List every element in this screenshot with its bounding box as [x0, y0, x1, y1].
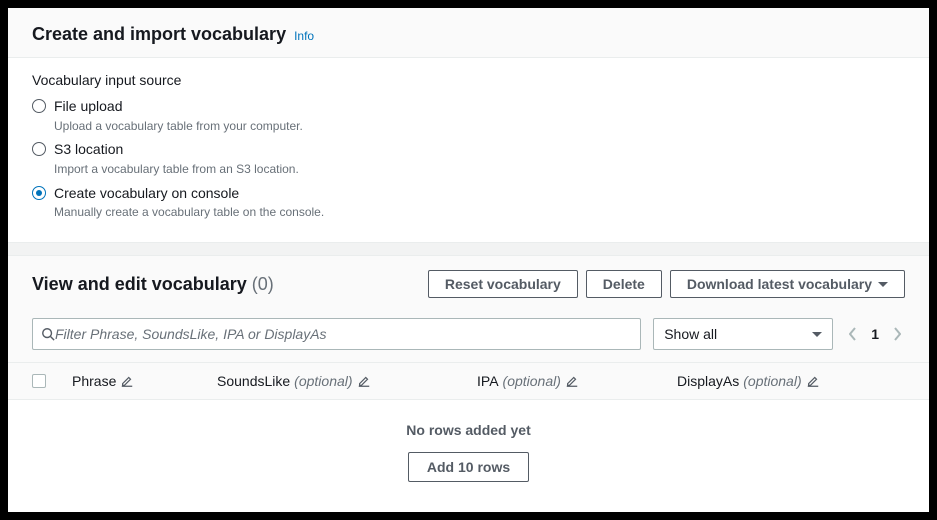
button-label: Reset vocabulary — [445, 276, 561, 292]
radio-desc: Import a vocabulary table from an S3 loc… — [54, 161, 905, 178]
column-label: DisplayAs — [677, 373, 739, 389]
caret-down-icon — [812, 332, 822, 337]
filter-input[interactable] — [55, 326, 632, 342]
edit-icon — [565, 374, 579, 388]
radio-title: File upload — [54, 97, 905, 117]
empty-state-text: No rows added yet — [8, 422, 929, 438]
page-title: Create and import vocabulary — [32, 24, 286, 45]
button-label: Add 10 rows — [427, 459, 510, 475]
page-next-button[interactable] — [893, 327, 901, 341]
info-link[interactable]: Info — [294, 29, 314, 43]
column-label: SoundsLike — [217, 373, 290, 389]
column-header-phrase[interactable]: Phrase — [72, 373, 217, 389]
input-source-label: Vocabulary input source — [32, 72, 905, 88]
delete-button[interactable]: Delete — [586, 270, 662, 298]
radio-title: S3 location — [54, 140, 905, 160]
search-icon — [41, 327, 55, 341]
radio-option-s3-location[interactable]: S3 location Import a vocabulary table fr… — [32, 137, 905, 180]
edit-icon — [357, 374, 371, 388]
optional-label: (optional) — [503, 373, 561, 389]
reset-vocabulary-button[interactable]: Reset vocabulary — [428, 270, 578, 298]
radio-option-file-upload[interactable]: File upload Upload a vocabulary table fr… — [32, 94, 905, 137]
radio-desc: Manually create a vocabulary table on th… — [54, 204, 905, 221]
radio-icon — [32, 186, 46, 200]
table-title-text: View and edit vocabulary — [32, 274, 247, 294]
table-count: (0) — [252, 274, 274, 294]
radio-icon — [32, 142, 46, 156]
optional-label: (optional) — [294, 373, 352, 389]
optional-label: (optional) — [743, 373, 801, 389]
table-title: View and edit vocabulary (0) — [32, 274, 274, 295]
radio-option-console[interactable]: Create vocabulary on console Manually cr… — [32, 181, 905, 224]
select-value: Show all — [664, 326, 717, 342]
add-rows-button[interactable]: Add 10 rows — [408, 452, 529, 482]
page-number: 1 — [871, 326, 879, 342]
select-all-cell — [32, 374, 72, 388]
pagination: 1 — [845, 326, 905, 342]
button-label: Download latest vocabulary — [687, 276, 872, 292]
radio-title: Create vocabulary on console — [54, 184, 905, 204]
column-label: IPA — [477, 373, 499, 389]
button-label: Delete — [603, 276, 645, 292]
edit-icon — [806, 374, 820, 388]
caret-down-icon — [878, 282, 888, 287]
edit-icon — [120, 374, 134, 388]
download-vocabulary-button[interactable]: Download latest vocabulary — [670, 270, 905, 298]
panel-divider — [8, 242, 929, 256]
column-label: Phrase — [72, 373, 116, 389]
show-all-select[interactable]: Show all — [653, 318, 833, 350]
panel-header-create-import: Create and import vocabulary Info — [8, 8, 929, 58]
page-prev-button[interactable] — [849, 327, 857, 341]
radio-icon — [32, 99, 46, 113]
column-header-soundslike[interactable]: SoundsLike (optional) — [217, 373, 477, 389]
select-all-checkbox[interactable] — [32, 374, 46, 388]
table-header-row: Phrase SoundsLike (optional) IPA (option… — [8, 362, 929, 400]
radio-desc: Upload a vocabulary table from your comp… — [54, 118, 905, 135]
column-header-displayas[interactable]: DisplayAs (optional) — [677, 373, 905, 389]
column-header-ipa[interactable]: IPA (optional) — [477, 373, 677, 389]
filter-input-container[interactable] — [32, 318, 641, 350]
